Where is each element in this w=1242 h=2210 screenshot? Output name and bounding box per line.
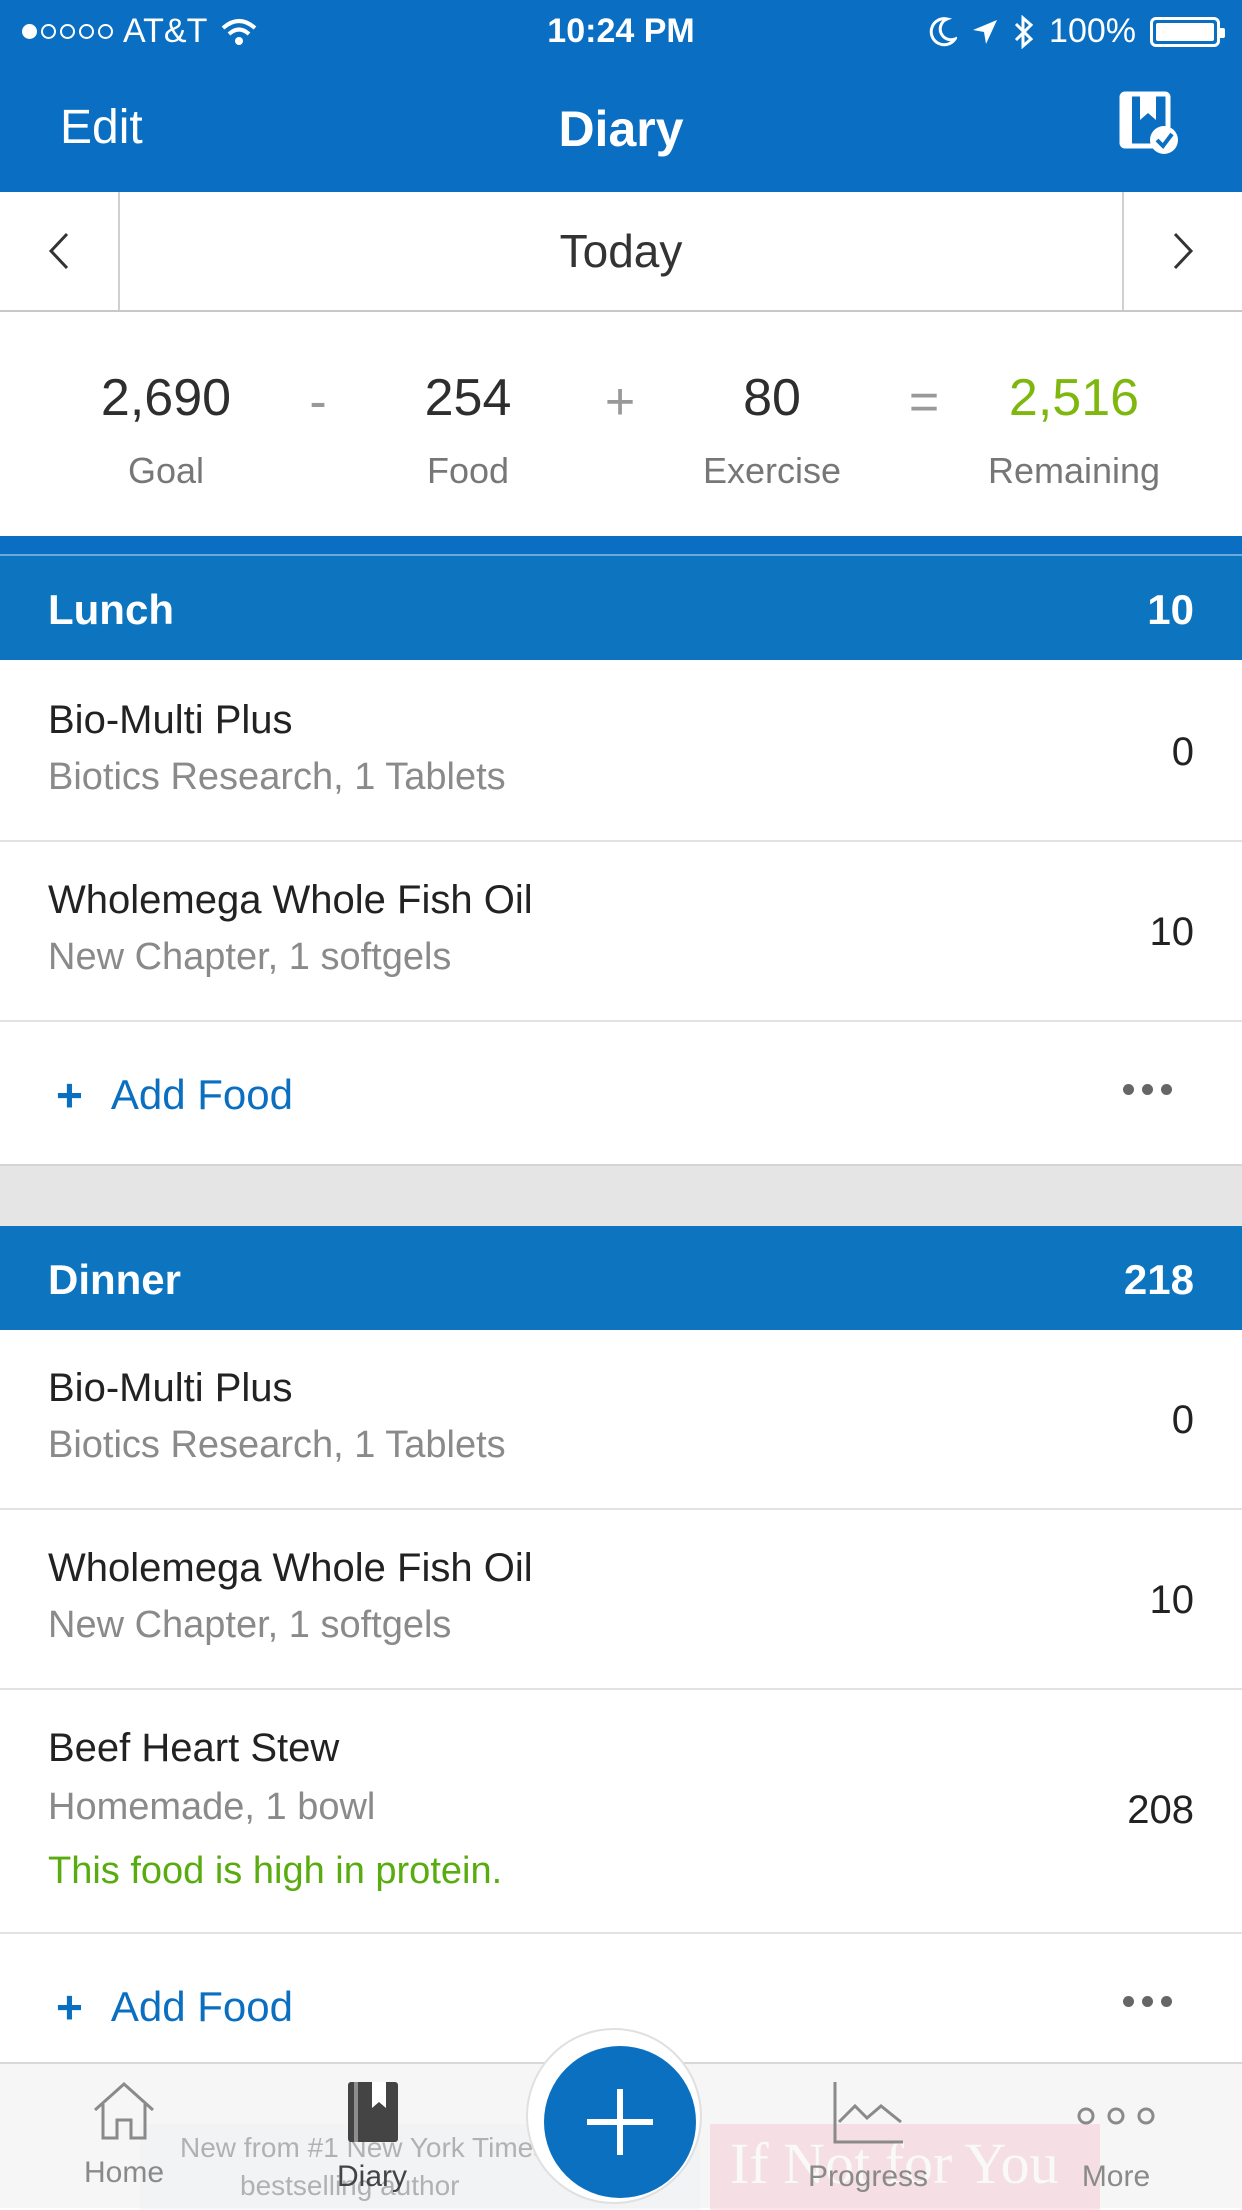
tab-label: Diary: [336, 2160, 407, 2193]
plus-icon: +: [56, 1981, 83, 2033]
food-calories: 10: [1149, 1578, 1195, 1622]
summary-food: 254 Food: [338, 368, 598, 492]
meal-name: Dinner: [48, 1256, 182, 1303]
meal-header-dinner[interactable]: Dinner 218: [0, 1226, 1242, 1330]
more-options-icon[interactable]: [1123, 1084, 1172, 1095]
tab-home[interactable]: Home: [34, 2080, 214, 2190]
tab-label: Progress: [807, 2160, 929, 2193]
summary-exercise: 80 Exercise: [642, 368, 902, 492]
calorie-summary[interactable]: 2,690 Goal - 254 Food + 80 Exercise = 2,…: [0, 312, 1242, 536]
app-header: AT&T 10:24 PM 100% Edit Diary: [0, 0, 1242, 192]
page-title: Diary: [558, 101, 684, 157]
food-name: Bio-Multi Plus: [48, 1366, 293, 1410]
goal-label: Goal: [127, 450, 205, 491]
complete-diary-icon[interactable]: [1118, 90, 1182, 156]
next-day-button[interactable]: [1122, 192, 1242, 310]
add-food-label: Add Food: [110, 1071, 294, 1118]
food-name: Wholemega Whole Fish Oil: [48, 878, 533, 922]
battery-icon: [1150, 16, 1225, 47]
plus-icon: [587, 2089, 653, 2155]
food-name: Beef Heart Stew: [48, 1726, 340, 1770]
meal-header-lunch[interactable]: Lunch 10: [0, 556, 1242, 660]
meal-calories: 10: [1147, 586, 1194, 633]
meal-name: Lunch: [48, 586, 174, 633]
tab-label: More: [1081, 2160, 1151, 2193]
tab-diary[interactable]: Diary: [282, 2080, 462, 2194]
meal-calories: 218: [1123, 1256, 1194, 1303]
progress-icon: [833, 2082, 903, 2144]
food-detail: New Chapter, 1 softgels: [48, 1604, 452, 1646]
moon-icon: [929, 16, 958, 46]
food-calories: 10: [1149, 910, 1195, 954]
plus-icon: +: [56, 1069, 83, 1121]
status-right: 100%: [929, 12, 1225, 51]
date-navigator: Today: [0, 192, 1242, 312]
quick-add-button[interactable]: [544, 2046, 696, 2198]
status-bar: AT&T 10:24 PM 100%: [0, 0, 1242, 62]
add-food-label: Add Food: [110, 1983, 294, 2030]
remaining-value: 2,516: [1008, 369, 1140, 427]
summary-goal: 2,690 Goal: [36, 368, 296, 492]
food-name: Bio-Multi Plus: [48, 698, 293, 742]
location-arrow-icon: [973, 19, 998, 44]
food-value: 254: [424, 369, 512, 427]
more-options-icon[interactable]: [1123, 1996, 1172, 2007]
food-calories: 0: [1171, 730, 1194, 774]
food-detail: Homemade, 1 bowl: [48, 1786, 376, 1828]
home-icon: [93, 2081, 155, 2140]
food-nutrition-note: This food is high in protein.: [48, 1850, 503, 1892]
food-detail: Biotics Research, 1 Tablets: [48, 1424, 506, 1466]
food-entry[interactable]: Bio-Multi Plus Biotics Research, 1 Table…: [0, 660, 1242, 842]
plus-operator: +: [604, 373, 636, 431]
food-entry[interactable]: Beef Heart Stew Homemade, 1 bowl This fo…: [0, 1690, 1242, 1934]
tab-progress[interactable]: Progress: [778, 2080, 958, 2194]
add-food-button[interactable]: + Add Food: [56, 1980, 293, 2034]
summary-remaining: 2,516 Remaining: [944, 368, 1204, 492]
add-food-row-lunch: + Add Food: [0, 1022, 1242, 1164]
food-detail: Biotics Research, 1 Tablets: [48, 756, 506, 798]
chevron-right-icon: [1173, 232, 1194, 270]
food-entry[interactable]: Wholemega Whole Fish Oil New Chapter, 1 …: [0, 842, 1242, 1022]
food-calories: 208: [1127, 1788, 1194, 1832]
tab-label: Home: [83, 2156, 165, 2189]
exercise-label: Exercise: [702, 450, 842, 491]
previous-day-button[interactable]: [0, 192, 120, 310]
remaining-label: Remaining: [987, 450, 1161, 491]
section-divider: [0, 536, 1242, 556]
exercise-value: 80: [743, 369, 801, 427]
food-calories: 0: [1171, 1398, 1194, 1442]
food-label: Food: [426, 450, 510, 491]
goal-value: 2,690: [100, 369, 232, 427]
more-icon: [1077, 2107, 1155, 2125]
food-entry[interactable]: Wholemega Whole Fish Oil New Chapter, 1 …: [0, 1510, 1242, 1690]
date-label[interactable]: Today: [120, 192, 1122, 310]
tab-more[interactable]: More: [1026, 2080, 1206, 2194]
bluetooth-icon: [1014, 14, 1034, 49]
food-entry[interactable]: Bio-Multi Plus Biotics Research, 1 Table…: [0, 1330, 1242, 1510]
food-detail: New Chapter, 1 softgels: [48, 936, 452, 978]
add-food-button[interactable]: + Add Food: [56, 1068, 293, 1122]
chevron-left-icon: [48, 232, 69, 270]
food-name: Wholemega Whole Fish Oil: [48, 1546, 533, 1590]
diary-icon: [348, 2082, 398, 2142]
meal-separator: [0, 1164, 1242, 1226]
battery-percent: 100%: [1049, 12, 1136, 50]
